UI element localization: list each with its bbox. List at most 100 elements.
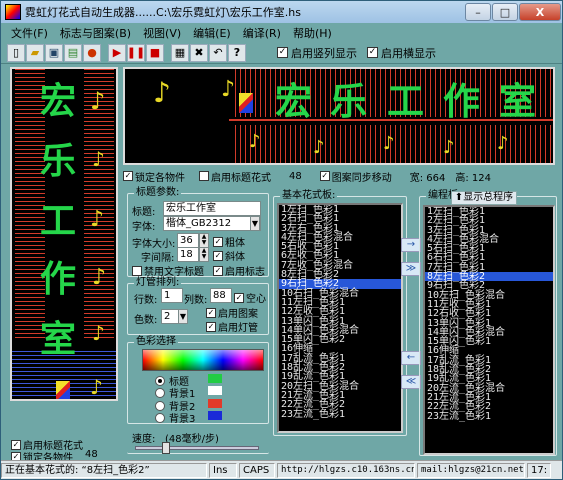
colors-label: 色数: [134, 315, 158, 326]
disable-text-label: 禁用文字标题 [144, 267, 204, 278]
basic-patterns-list[interactable]: 1左扫_色彩1 2右扫_色彩1 3左右_色彩1 4左扫_色彩混合 5右收_色彩1 6左收_… [277, 203, 403, 433]
vertical-char-1: 宏 [40, 80, 77, 122]
undo-icon[interactable]: ↶ [209, 43, 227, 62]
disable-text-checkbox[interactable]: 禁用文字标题 [132, 263, 204, 278]
pause-icon[interactable]: ❚❚ [127, 43, 145, 62]
italic-check-icon: ✓ [213, 250, 223, 261]
radio-icon [155, 387, 165, 398]
menu-edit[interactable]: 编辑(E) [187, 25, 237, 41]
record-icon[interactable]: ● [83, 43, 101, 62]
color-palette[interactable] [142, 349, 264, 371]
color-select-label: 色彩选择 [134, 336, 178, 348]
vertical-char-4: 作 [40, 258, 77, 300]
font-size-spinner[interactable]: ▲ ▼ [199, 233, 209, 248]
status-message: 正在基本花式的: “8左扫_色彩2” [1, 462, 207, 478]
char-spacing-input[interactable]: 18 [177, 247, 199, 262]
horizontal-char-3: 工 [387, 79, 424, 123]
menu-help[interactable]: 帮助(H) [287, 25, 338, 41]
maximize-button[interactable]: □ [492, 3, 518, 21]
image-icon[interactable]: ▤ [64, 43, 82, 62]
color-option-bg3[interactable]: 背景3 [155, 410, 195, 425]
list-item[interactable]: 23左流_色彩1 [425, 411, 553, 421]
char-spacing-spinner[interactable]: ▲ ▼ [199, 247, 209, 262]
color-swatch-title [208, 374, 222, 383]
close-button[interactable]: X [519, 3, 561, 21]
music-note-icon: ♪ [221, 77, 236, 102]
speed-label: 速度: [132, 434, 156, 445]
remove-pattern-button[interactable]: ← [401, 351, 421, 365]
enable-lamp-checkbox[interactable]: ✓ 启用灯管 [206, 319, 258, 334]
sync-move-checkbox[interactable]: ✓ 图案同步移动 [319, 169, 392, 184]
font-size-input[interactable]: 36 [177, 233, 199, 248]
list-item[interactable]: 23左流_色彩1 [279, 409, 401, 419]
bottom-title-pattern-check-icon: ✓ [11, 439, 21, 450]
bold-label: 粗体 [225, 238, 245, 249]
color-option-label: 背景3 [169, 414, 196, 425]
font-select[interactable]: 楷体_GB2312 [163, 216, 261, 231]
chevron-down-icon[interactable]: ▼ [250, 216, 260, 231]
title-input[interactable]: 宏乐工作室 [163, 201, 261, 216]
menu-bar: 文件(F) 标志与图案(B) 视图(V) 编辑(E) 编译(R) 帮助(H) [1, 23, 562, 42]
hollow-checkbox[interactable]: ✓ 空心 [234, 290, 266, 305]
radio-selected-icon [155, 375, 165, 386]
menu-file[interactable]: 文件(F) [5, 25, 54, 41]
width-readout: 宽: 664 [409, 172, 446, 184]
options-row: ✓ 锁定各物件 启用标题花式 48 ✓ 图案同步移动 宽: 664 高: 124 [123, 168, 557, 184]
music-note-icon: ♪ [383, 133, 395, 154]
music-note-icon: ♪ [90, 375, 103, 399]
show-program-label: 显示总程序 [463, 192, 514, 203]
cols-input[interactable]: 88 [210, 288, 232, 303]
music-note-icon: ♪ [313, 137, 325, 158]
title-pattern-count: 48 [289, 170, 302, 182]
stop-icon[interactable]: ■ [146, 43, 164, 62]
music-note-icon: ♪ [153, 76, 171, 109]
vertical-char-2: 乐 [40, 140, 77, 182]
enable-pattern-checkbox[interactable]: ✓ 启用图案 [206, 305, 258, 320]
enable-logo-checkbox[interactable]: ✓ 启用标志 [213, 263, 265, 278]
add-pattern-button[interactable]: → [401, 238, 421, 252]
minimize-button[interactable]: – [465, 3, 491, 21]
lock-items-checkbox[interactable]: ✓ 锁定各物件 [123, 169, 185, 184]
speed-slider-thumb[interactable] [162, 442, 170, 454]
cols-label: 列数: [184, 295, 208, 306]
height-readout: 高: 124 [455, 172, 492, 184]
open-folder-icon[interactable]: ▰ [26, 43, 44, 62]
enable-logo-label: 启用标志 [225, 267, 265, 278]
status-time: 17: [527, 462, 551, 478]
horizontal-display-checkbox[interactable]: ✓ 启用横显示 [367, 45, 436, 61]
bold-checkbox[interactable]: ✓ 粗体 [213, 234, 245, 249]
music-note-icon: ♪ [443, 137, 455, 158]
play-icon[interactable]: ▶ [108, 43, 126, 62]
radio-icon [155, 400, 165, 411]
menu-view[interactable]: 视图(V) [137, 25, 187, 41]
add-all-patterns-button[interactable]: ≫ [401, 262, 421, 276]
title-pattern-checkbox[interactable]: 启用标题花式 [199, 169, 271, 184]
speed-slider-track[interactable] [135, 446, 259, 450]
menu-compile[interactable]: 编译(R) [237, 25, 287, 41]
compile-icon[interactable]: ▦ [171, 43, 189, 62]
char-spacing-label: 字间隔: [141, 253, 175, 264]
tools-icon[interactable]: ✖ [190, 43, 208, 62]
horizontal-preview[interactable]: ♪ ♪ 宏 乐 工 作 室 ♪ ♪ ♪ ♪ ♪ [123, 67, 555, 165]
save-icon[interactable]: ▣ [45, 43, 63, 62]
music-note-icon: ♪ [92, 147, 105, 171]
chevron-down-icon[interactable]: ▼ [178, 309, 188, 324]
app-window: 霓虹灯花式自动生成器......C:\宏乐霓虹灯\宏乐工作室.hs – □ X … [0, 0, 563, 480]
vertical-display-label: 启用竖列显示 [291, 46, 357, 60]
new-file-icon[interactable]: ▯ [7, 43, 25, 62]
italic-checkbox[interactable]: ✓ 斜体 [213, 248, 245, 263]
vertical-preview[interactable]: 宏 乐 工 作 室 ♪ ♪ ♪ ♪ ♪ ♪ [10, 67, 118, 401]
speed-value: (48毫秒/步) [165, 434, 219, 445]
font-select-value: 楷体_GB2312 [166, 218, 232, 229]
program-board-list[interactable]: 1左扫_色彩1 2左扫_色彩1 3左扫_色彩1 4左扫_色彩混合 5右扫_色彩1 6右扫_… [423, 205, 555, 455]
colors-select[interactable]: 2 [161, 309, 179, 324]
menu-logo-pattern[interactable]: 标志与图案(B) [54, 25, 137, 41]
vertical-char-5: 室 [40, 318, 77, 360]
show-program-button[interactable]: ⬆显示总程序 [451, 191, 517, 205]
remove-all-patterns-button[interactable]: ≪ [401, 375, 421, 389]
window-title: 霓虹灯花式自动生成器......C:\宏乐霓虹灯\宏乐工作室.hs [25, 6, 301, 19]
vertical-display-checkbox[interactable]: ✓ 启用竖列显示 [277, 45, 357, 61]
rows-input[interactable]: 1 [161, 288, 183, 303]
enable-logo-check-icon: ✓ [213, 265, 223, 276]
help-icon[interactable]: ? [228, 43, 246, 62]
